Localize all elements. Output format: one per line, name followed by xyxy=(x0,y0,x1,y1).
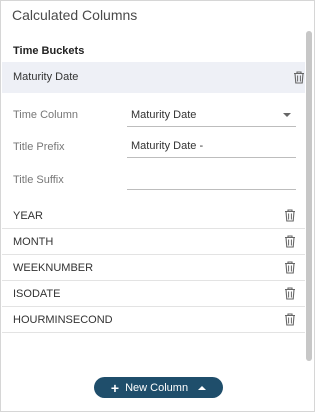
trash-icon[interactable] xyxy=(284,261,296,274)
list-item-label: YEAR xyxy=(13,210,43,222)
selected-time-bucket-row[interactable]: Maturity Date xyxy=(2,62,305,93)
list-item-label: ISODATE xyxy=(13,288,61,300)
time-column-select[interactable]: Maturity Date xyxy=(127,103,296,127)
trash-icon[interactable] xyxy=(284,287,296,300)
title-suffix-label: Title Suffix xyxy=(13,174,64,186)
time-bucket-list: YEAR MONTH WEEKNUMBER ISODATE HOURMINSEC… xyxy=(2,203,305,333)
time-column-value: Maturity Date xyxy=(131,109,197,121)
title-prefix-label: Title Prefix xyxy=(13,141,65,153)
title-prefix-input[interactable]: Maturity Date - xyxy=(127,134,296,158)
chevron-down-icon xyxy=(283,113,291,117)
section-title: Time Buckets xyxy=(13,45,85,57)
trash-icon[interactable] xyxy=(284,209,296,222)
trash-icon[interactable] xyxy=(293,71,305,84)
new-column-button[interactable]: + New Column xyxy=(94,377,223,398)
list-item[interactable]: WEEKNUMBER xyxy=(2,255,305,281)
title-suffix-input[interactable] xyxy=(127,166,296,190)
trash-icon[interactable] xyxy=(284,313,296,326)
list-item-label: WEEKNUMBER xyxy=(13,262,94,274)
list-item[interactable]: ISODATE xyxy=(2,281,305,307)
list-item[interactable]: YEAR xyxy=(2,203,305,229)
panel-title: Calculated Columns xyxy=(12,7,138,23)
list-item-label: HOURMINSECOND xyxy=(13,314,113,326)
caret-up-icon xyxy=(198,385,207,390)
calculated-columns-panel: Calculated Columns Time Buckets Maturity… xyxy=(0,0,315,412)
list-item[interactable]: MONTH xyxy=(2,229,305,255)
trash-icon[interactable] xyxy=(284,235,296,248)
scrollbar-thumb[interactable] xyxy=(306,31,312,361)
time-column-label: Time Column xyxy=(13,109,78,121)
selected-time-bucket-label: Maturity Date xyxy=(13,71,79,83)
plus-icon: + xyxy=(110,379,120,396)
list-item[interactable]: HOURMINSECOND xyxy=(2,307,305,333)
list-item-label: MONTH xyxy=(13,236,54,248)
new-column-label: New Column xyxy=(125,381,189,394)
